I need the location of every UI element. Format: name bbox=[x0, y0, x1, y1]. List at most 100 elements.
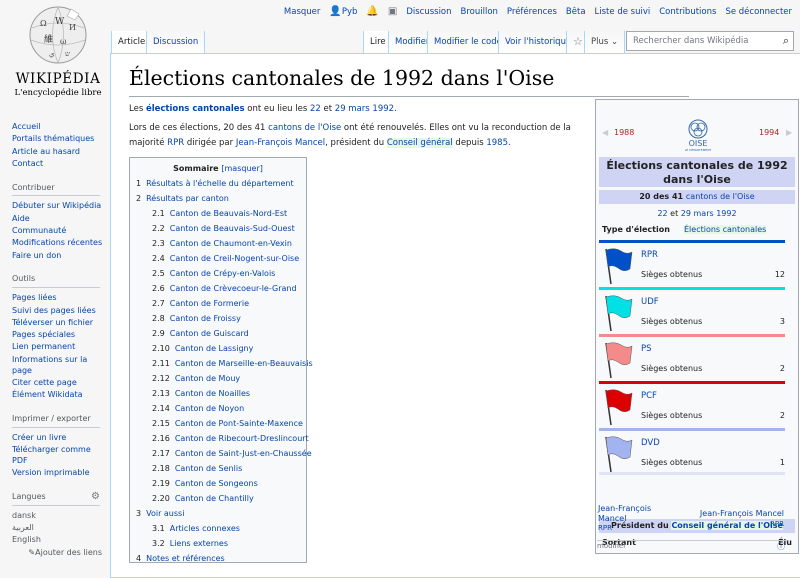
bell-icon[interactable]: 🔔 bbox=[366, 6, 378, 17]
party-link[interactable]: RPR bbox=[641, 250, 658, 260]
sidebar-item-pdf[interactable]: Télécharger comme PDF bbox=[12, 445, 108, 467]
sidebar-item-imprimable[interactable]: Version imprimable bbox=[12, 468, 108, 479]
toc-link[interactable]: Canton de Froissy bbox=[170, 314, 241, 323]
sidebar-item-don[interactable]: Faire un don bbox=[12, 251, 108, 262]
toc-link[interactable]: Canton de Guiscard bbox=[170, 329, 249, 338]
link-22[interactable]: 22 bbox=[310, 104, 321, 114]
sidebar-lang-arabic[interactable]: العربية bbox=[12, 523, 108, 534]
toc-link[interactable]: Résultats à l'échelle du département bbox=[146, 179, 294, 188]
sidebar-item-hasard[interactable]: Article au hasard bbox=[12, 147, 108, 158]
link-conseil-general[interactable]: Conseil général bbox=[386, 137, 453, 148]
toc-item[interactable]: 2.2 Canton de Beauvais-Sud-Ouest bbox=[136, 224, 300, 239]
link-cantons-oise[interactable]: cantons de l'Oise bbox=[268, 123, 341, 133]
sidebar-item-livre[interactable]: Créer un livre bbox=[12, 433, 108, 444]
sidebar-item-permanent[interactable]: Lien permanent bbox=[12, 342, 108, 353]
sidebar-lang-english[interactable]: English bbox=[12, 535, 108, 546]
link-ib-22[interactable]: 22 bbox=[657, 209, 667, 218]
sidebar-item-debuter[interactable]: Débuter sur Wikipédia bbox=[12, 201, 108, 212]
sidebar-item-communaute[interactable]: Communauté bbox=[12, 226, 108, 237]
toc-link[interactable]: Canton de Crépy-en-Valois bbox=[170, 269, 276, 278]
search-icon[interactable]: ⌕ bbox=[783, 34, 789, 48]
link-ib-29-mars[interactable]: 29 mars 1992 bbox=[681, 209, 737, 218]
next-arrow-icon[interactable]: ▶ bbox=[786, 128, 792, 137]
toc-link[interactable]: Canton de Noailles bbox=[175, 389, 250, 398]
toc-item[interactable]: 2.4 Canton de Creil-Nogent-sur-Oise bbox=[136, 254, 300, 269]
toc-link[interactable]: Liens externes bbox=[170, 539, 228, 548]
toc-link[interactable]: Canton de Lassigny bbox=[175, 344, 254, 353]
beta-link[interactable]: Bêta bbox=[566, 7, 586, 17]
toc-item[interactable]: 2.8 Canton de Froissy bbox=[136, 314, 300, 329]
toc-link[interactable]: Canton de Chantilly bbox=[175, 494, 254, 503]
logo[interactable]: Ω W И 維 ω ي ש WIKIPÉDIA L'encyclopédie l… bbox=[6, 4, 110, 98]
sidebar-item-televerser[interactable]: Téléverser un fichier bbox=[12, 318, 108, 329]
toc-link[interactable]: Canton de Creil-Nogent-sur-Oise bbox=[170, 254, 299, 263]
brouillon-link[interactable]: Brouillon bbox=[461, 7, 498, 17]
sidebar-item-accueil[interactable]: Accueil bbox=[12, 122, 108, 133]
toc-link[interactable]: Canton de Saint-Just-en-Chaussée bbox=[175, 449, 312, 458]
info-icon[interactable]: ⓘ bbox=[777, 541, 785, 552]
party-link[interactable]: DVD bbox=[641, 438, 660, 448]
link-next-year[interactable]: 1994 bbox=[759, 128, 779, 137]
toc-item[interactable]: 2.5 Canton de Crépy-en-Valois bbox=[136, 269, 300, 284]
toc-link[interactable]: Canton de Songeons bbox=[175, 479, 258, 488]
toc-link[interactable]: Articles connexes bbox=[170, 524, 240, 533]
toc-item[interactable]: 1 Résultats à l'échelle du département bbox=[136, 179, 300, 194]
sidebar-item-contact[interactable]: Contact bbox=[12, 159, 108, 170]
toc-item[interactable]: 4 Notes et références bbox=[136, 554, 300, 569]
party-link[interactable]: UDF bbox=[641, 297, 659, 307]
sidebar-item-pages-liees[interactable]: Pages liées bbox=[12, 293, 108, 304]
link-ib-elections[interactable]: Élections cantonales bbox=[684, 225, 767, 234]
prev-arrow-icon[interactable]: ◀ bbox=[602, 128, 608, 137]
tab-modifier-code[interactable]: Modifier le code bbox=[427, 31, 508, 53]
link-rpr[interactable]: RPR bbox=[167, 138, 184, 148]
toc-item[interactable]: 2.19 Canton de Songeons bbox=[136, 479, 300, 494]
sidebar-add-links[interactable]: ✎Ajouter des liens bbox=[12, 548, 108, 559]
link-elu-party[interactable]: RPR bbox=[770, 520, 784, 528]
toc-link[interactable]: Canton de Noyon bbox=[175, 404, 244, 413]
link-prev-year[interactable]: 1988 bbox=[614, 128, 634, 137]
party-link[interactable]: PS bbox=[641, 344, 652, 354]
toc-item[interactable]: 3 Voir aussi bbox=[136, 509, 300, 524]
sidebar-item-wikidata[interactable]: Élément Wikidata bbox=[12, 390, 108, 401]
toc-item[interactable]: 2 Résultats par canton bbox=[136, 194, 300, 209]
search-input[interactable]: Rechercher dans Wikipédia ⌕ bbox=[626, 31, 794, 51]
toc-link[interactable]: Voir aussi bbox=[146, 509, 184, 518]
sidebar-item-speciales[interactable]: Pages spéciales bbox=[12, 330, 108, 341]
watchlist-link[interactable]: Liste de suivi bbox=[595, 7, 651, 17]
infobox-modifier-link[interactable]: modifier bbox=[597, 542, 626, 550]
link-29-mars-1992[interactable]: 29 mars 1992 bbox=[335, 104, 394, 114]
toc-link[interactable]: Canton de Marseille-en-Beauvaisis bbox=[175, 359, 313, 368]
toc-link[interactable]: Canton de Beauvais-Sud-Ouest bbox=[170, 224, 295, 233]
logout-link[interactable]: Se déconnecter bbox=[725, 7, 792, 17]
toc-item[interactable]: 3.2 Liens externes bbox=[136, 539, 300, 554]
toc-item[interactable]: 3.1 Articles connexes bbox=[136, 524, 300, 539]
toc-item[interactable]: 2.15 Canton de Pont-Sainte-Maxence bbox=[136, 419, 303, 434]
toc-item[interactable]: 2.20 Canton de Chantilly bbox=[136, 494, 300, 509]
party-link[interactable]: PCF bbox=[641, 391, 657, 401]
contributions-link[interactable]: Contributions bbox=[659, 7, 716, 17]
masquer-link[interactable]: Masquer bbox=[284, 7, 320, 17]
link-sortant-party[interactable]: RPR bbox=[598, 524, 612, 532]
preferences-link[interactable]: Préférences bbox=[507, 7, 557, 17]
toc-item[interactable]: 2.1 Canton de Beauvais-Nord-Est bbox=[136, 209, 300, 224]
toc-item[interactable]: 2.3 Canton de Chaumont-en-Vexin bbox=[136, 239, 300, 254]
link-mancel[interactable]: Jean-François Mancel bbox=[236, 138, 325, 148]
toc-item[interactable]: 2.16 Canton de Ribecourt-Dreslincourt bbox=[136, 434, 309, 449]
link-ib-cantons[interactable]: cantons de l'Oise bbox=[686, 192, 755, 201]
link-elu-name[interactable]: Jean-François Mancel bbox=[700, 509, 784, 518]
discussion-link[interactable]: Discussion bbox=[406, 7, 451, 17]
toc-link[interactable]: Canton de Pont-Sainte-Maxence bbox=[175, 419, 303, 428]
sidebar-item-aide[interactable]: Aide bbox=[12, 214, 108, 225]
toc-link[interactable]: Canton de Formerie bbox=[170, 299, 249, 308]
toc-item[interactable]: 2.13 Canton de Noailles bbox=[136, 389, 300, 404]
toc-item[interactable]: 2.10 Canton de Lassigny bbox=[136, 344, 300, 359]
toc-link[interactable]: Canton de Chaumont-en-Vexin bbox=[170, 239, 292, 248]
sidebar-item-modifications[interactable]: Modifications récentes bbox=[12, 238, 108, 249]
sidebar-lang-dansk[interactable]: dansk bbox=[12, 511, 108, 522]
toc-item[interactable]: 2.6 Canton de Crèvecoeur-le-Grand bbox=[136, 284, 300, 299]
toc-item[interactable]: 2.17 Canton de Saint-Just-en-Chaussée bbox=[136, 449, 312, 464]
toc-item[interactable]: 2.12 Canton de Mouy bbox=[136, 374, 300, 389]
toc-link[interactable]: Canton de Beauvais-Nord-Est bbox=[170, 209, 287, 218]
sidebar-item-informations[interactable]: Informations sur la page bbox=[12, 355, 108, 377]
toc-item[interactable]: 2.9 Canton de Guiscard bbox=[136, 329, 300, 344]
